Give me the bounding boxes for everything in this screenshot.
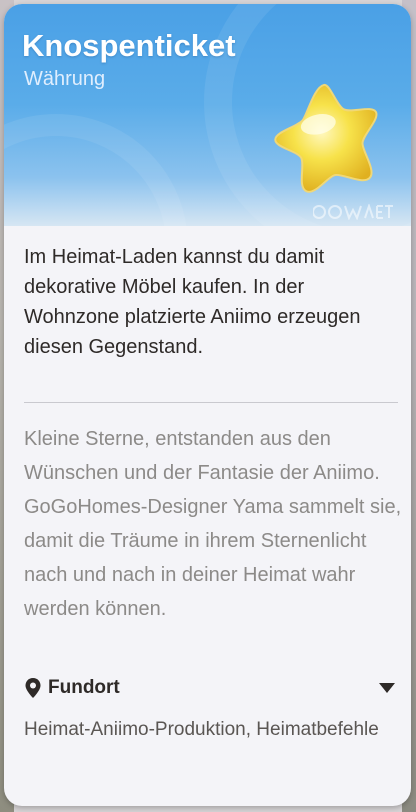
- item-header: Knospenticket Währung: [4, 4, 411, 226]
- item-detail-card: Knospenticket Währung Im Heimat-Laden ka…: [4, 4, 411, 806]
- item-lore: Kleine Sterne, entstanden aus den Wünsch…: [24, 428, 402, 620]
- star-icon: [274, 83, 378, 193]
- source-value: Heimat-Aniimo-Produktion, Heimatbefehle: [24, 719, 379, 740]
- source-toggle[interactable]: Fundort: [24, 672, 396, 704]
- item-category: Währung: [24, 68, 106, 90]
- location-pin-icon: [25, 678, 41, 698]
- divider: [24, 402, 398, 403]
- item-title: Knospenticket: [22, 28, 236, 63]
- header-decoration: [4, 114, 188, 226]
- item-description: Im Heimat-Laden kannst du damit dekorati…: [24, 246, 361, 358]
- source-label: Fundort: [48, 677, 120, 698]
- chevron-down-icon[interactable]: [378, 682, 396, 694]
- brand-logo: [312, 202, 393, 224]
